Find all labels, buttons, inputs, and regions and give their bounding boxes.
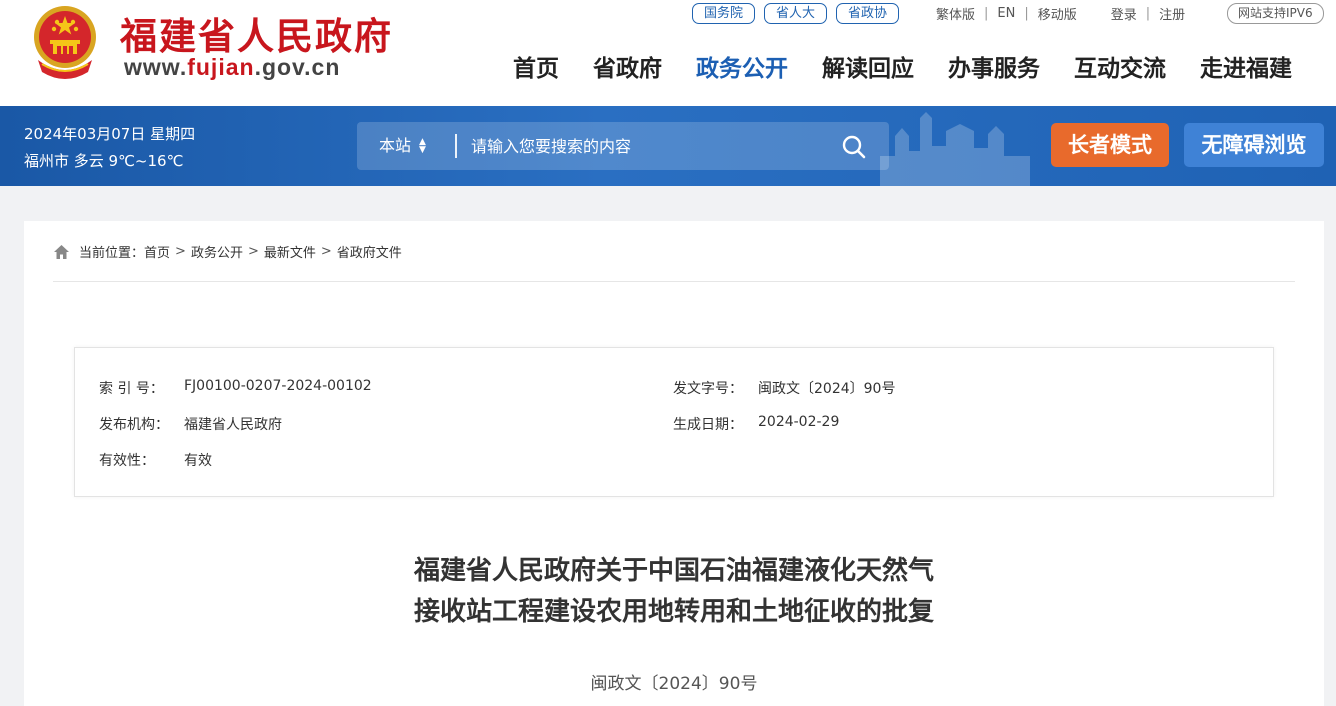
breadcrumb-item-latest-documents[interactable]: 最新文件 — [264, 242, 316, 261]
meta-value: 有效 — [184, 453, 212, 469]
meta-index-number: 索 引 号： FJ00100-0207-2024-00102 — [99, 378, 372, 398]
weather-info: 福州市 多云 9℃~16℃ — [24, 152, 184, 170]
pill-guowuyuan[interactable]: 国务院 — [692, 3, 756, 24]
url-mid: fujian — [187, 54, 255, 80]
accessibility-button[interactable]: 无障碍浏览 — [1184, 123, 1324, 167]
url-suffix: .gov.cn — [254, 54, 341, 80]
meta-label: 发文字号： — [673, 381, 743, 397]
meta-label: 生成日期： — [673, 417, 743, 433]
search-box: 本站 ▲ ▼ — [357, 122, 889, 170]
article-panel: 当前位置： 首页 > 政务公开 > 最新文件 > 省政府文件 索 引 号： FJ… — [24, 221, 1324, 706]
skyline-decoration — [880, 112, 1030, 186]
document-title-line: 福建省人民政府关于中国石油福建液化天然气 — [413, 556, 934, 586]
search-band: 2024年03月07日 星期四 福州市 多云 9℃~16℃ 本站 ▲▼ 长者模式… — [0, 106, 1336, 186]
search-scope-label: 本站 — [379, 136, 412, 155]
nav-item-services[interactable]: 办事服务 — [931, 52, 1057, 86]
document-title: 福建省人民政府关于中国石油福建液化天然气 接收站工程建设农用地转用和土地征收的批… — [24, 551, 1324, 633]
site-header: 福建省人民政府 www.fujian.gov.cn 国务院 省人大 省政协 繁体… — [0, 0, 1336, 106]
divider: | — [1145, 6, 1151, 21]
breadcrumb-prefix: 当前位置： — [79, 246, 145, 261]
current-date: 2024年03月07日 星期四 — [24, 125, 196, 143]
breadcrumb-separator: > — [320, 244, 332, 259]
document-number: 闽政文〔2024〕90号 — [590, 674, 758, 694]
meta-issuer: 发布机构： 福建省人民政府 — [99, 414, 282, 434]
divider: | — [984, 6, 989, 21]
meta-value: 闽政文〔2024〕90号 — [758, 381, 896, 397]
breadcrumb: 当前位置： 首页 > 政务公开 > 最新文件 > 省政府文件 — [53, 242, 402, 261]
document-title-line: 接收站工程建设农用地转用和土地征收的批复 — [413, 597, 934, 627]
meta-validity: 有效性： 有效 — [99, 450, 212, 470]
traditional-chinese-link[interactable]: 繁体版 — [936, 4, 975, 23]
divider — [53, 281, 1295, 282]
meta-label: 索 引 号： — [99, 381, 164, 397]
meta-label: 有效性： — [99, 453, 155, 469]
nav-item-interaction[interactable]: 互动交流 — [1057, 52, 1183, 86]
nav-item-provincial-government[interactable]: 省政府 — [576, 52, 679, 86]
nav-item-home[interactable]: 首页 — [496, 52, 576, 86]
document-metadata: 索 引 号： FJ00100-0207-2024-00102 发文字号： 闽政文… — [74, 347, 1274, 497]
meta-document-number: 发文字号： 闽政文〔2024〕90号 — [673, 378, 895, 398]
search-scope-select[interactable]: 本站 ▲ ▼ — [379, 122, 426, 170]
breadcrumb-separator: > — [247, 244, 259, 259]
mobile-link[interactable]: 移动版 — [1038, 4, 1077, 23]
breadcrumb-item-government-affairs[interactable]: 政务公开 — [191, 242, 243, 261]
search-divider — [455, 134, 457, 158]
url-prefix: www. — [124, 54, 188, 80]
breadcrumb-item-provincial-documents[interactable]: 省政府文件 — [337, 242, 402, 261]
pill-shengzhengxie[interactable]: 省政协 — [836, 3, 900, 24]
nav-item-about-fujian[interactable]: 走进福建 — [1183, 52, 1309, 86]
meta-generated-date: 生成日期： 2024-02-29 — [673, 414, 839, 434]
search-icon[interactable] — [841, 134, 867, 160]
elder-mode-button[interactable]: 长者模式 — [1051, 123, 1169, 167]
login-link[interactable]: 登录 — [1111, 4, 1137, 23]
divider: | — [1024, 6, 1029, 21]
nav-item-interpretation[interactable]: 解读回应 — [805, 52, 931, 86]
related-sites: 国务院 省人大 省政协 — [692, 3, 900, 24]
search-input[interactable] — [471, 131, 811, 161]
utility-links: 繁体版 | EN | 移动版 登录 | 注册 — [936, 4, 1185, 23]
english-link[interactable]: EN — [997, 6, 1015, 21]
site-url[interactable]: www.fujian.gov.cn — [124, 54, 340, 81]
main-nav: 首页 省政府 政务公开 解读回应 办事服务 互动交流 走进福建 — [496, 52, 1309, 86]
site-name: 福建省人民政府 — [120, 14, 393, 58]
meta-value: 福建省人民政府 — [184, 417, 282, 433]
breadcrumb-separator: > — [175, 244, 186, 259]
pill-shengrenda[interactable]: 省人大 — [764, 3, 828, 24]
meta-value: 2024-02-29 — [758, 414, 840, 430]
home-icon — [54, 244, 69, 259]
updown-arrow-icon: ▲ ▼ — [419, 137, 426, 155]
meta-label: 发布机构： — [99, 417, 169, 433]
national-emblem-icon — [34, 6, 96, 79]
register-link[interactable]: 注册 — [1159, 4, 1185, 23]
breadcrumb-item-home[interactable]: 首页 — [144, 242, 170, 261]
ipv6-badge: 网站支持IPV6 — [1227, 3, 1324, 24]
nav-item-government-affairs[interactable]: 政务公开 — [679, 52, 805, 86]
meta-value: FJ00100-0207-2024-00102 — [184, 378, 372, 394]
